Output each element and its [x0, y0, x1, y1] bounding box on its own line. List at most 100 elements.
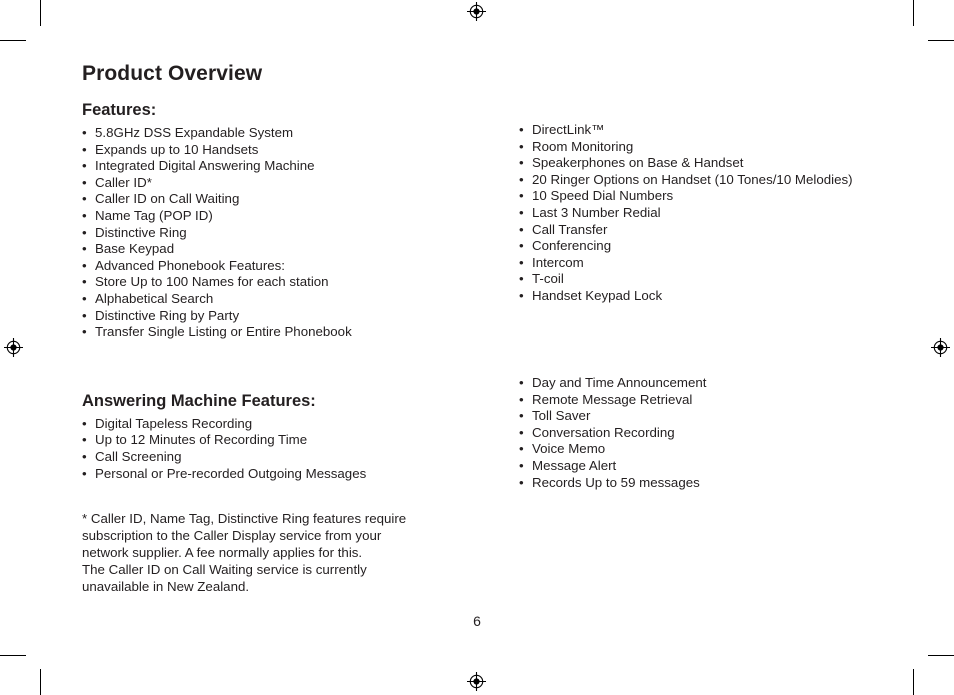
list-item-label: Last 3 Number Redial: [532, 204, 661, 220]
list-item: • Last 3 Number Redial: [519, 205, 884, 222]
list-item: • Caller ID on Call Waiting: [82, 191, 472, 208]
bullet-icon: •: [519, 391, 524, 407]
bullet-icon: •: [519, 457, 524, 473]
list-item-label: Caller ID on Call Waiting: [95, 191, 240, 207]
page-number: 6: [473, 613, 481, 629]
list-item-label: Expands up to 10 Handsets: [95, 141, 259, 157]
right-column-features: • DirectLink™ • Room Monitoring • Speakerphon…: [519, 122, 884, 305]
list-item-label: Speakerphones on Base & Handset: [532, 155, 744, 171]
bullet-icon: •: [82, 432, 87, 448]
list-item-label: Up to 12 Minutes of Recording Time: [95, 432, 308, 448]
list-item-label: Integrated Digital Answering Machine: [95, 158, 315, 174]
list-item-label: Alphabetical Search: [95, 291, 214, 306]
footnote-line-1: * Caller ID, Name Tag, Distinctive Ring …: [82, 511, 407, 526]
footnote-line-3: network supplier. A fee normally applies…: [82, 545, 363, 560]
list-item-label: Distinctive Ring: [95, 224, 187, 240]
list-item-label: Day and Time Announcement: [532, 375, 707, 390]
bullet-icon: •: [82, 415, 87, 431]
bullet-icon: •: [519, 375, 524, 390]
list-item-label: Digital Tapeless Recording: [95, 415, 253, 431]
list-item-label: Room Monitoring: [532, 138, 634, 154]
bullet-icon: •: [82, 158, 87, 174]
bullet-icon: •: [519, 221, 524, 237]
list-item-label: DirectLink™: [532, 122, 605, 137]
list-item-label: Intercom: [532, 254, 584, 270]
list-item: • Records Up to 59 messages: [519, 475, 884, 492]
list-item-label: Call Transfer: [532, 221, 608, 237]
list-item: • Digital Tapeless Recording: [82, 416, 472, 433]
bullet-icon: •: [519, 122, 524, 137]
list-item-label: Toll Saver: [532, 408, 591, 424]
bullet-icon: •: [82, 274, 87, 290]
bullet-icon: •: [519, 287, 524, 303]
list-item-label: Message Alert: [532, 457, 617, 473]
answering-machine-heading: Answering Machine Features:: [82, 391, 316, 410]
bullet-icon: •: [82, 224, 87, 240]
bullet-icon: •: [519, 474, 524, 490]
bullet-icon: •: [82, 241, 87, 257]
bullet-icon: •: [519, 138, 524, 154]
bullet-icon: •: [82, 324, 87, 340]
list-item: • Call Transfer: [519, 222, 884, 239]
list-item: • Base Keypad: [82, 241, 472, 258]
bullet-icon: •: [519, 188, 524, 204]
answering-machine-list-right: • Day and Time Announcement • Remote Messag…: [519, 375, 884, 491]
page-title: Product Overview: [82, 62, 263, 85]
features-list-left: • 5.8GHz DSS Expandable System • Expands up…: [82, 125, 472, 341]
bullet-icon: •: [82, 307, 87, 323]
bullet-icon: •: [82, 208, 87, 224]
list-item: • Day and Time Announcement: [519, 375, 884, 392]
list-item-label: Voice Memo: [532, 441, 606, 457]
list-item-label: 10 Speed Dial Numbers: [532, 188, 674, 204]
list-item: • Advanced Phonebook Features:: [82, 258, 472, 275]
footnote-line-4: The Caller ID on Call Waiting service is…: [82, 562, 367, 577]
list-item-label: Personal or Pre-recorded Outgoing Messag…: [95, 465, 367, 481]
page-content: Product Overview Features: • 5.8GHz DSS E…: [0, 0, 954, 695]
list-item: • Name Tag (POP ID): [82, 208, 472, 225]
list-item: • Alphabetical Search: [82, 291, 472, 308]
list-item: • 20 Ringer Options on Handset (10 Tones/…: [519, 172, 884, 189]
list-item-label: 20 Ringer Options on Handset (10 Tones/1…: [532, 171, 853, 187]
document-page: Product Overview Features: • 5.8GHz DSS E…: [0, 0, 954, 695]
list-item-label: Advanced Phonebook Features:: [95, 257, 285, 273]
list-item-label: Name Tag (POP ID): [95, 208, 213, 224]
list-item-label: Call Screening: [95, 448, 182, 464]
list-item: • Voice Memo: [519, 441, 884, 458]
bullet-icon: •: [519, 254, 524, 270]
bullet-icon: •: [82, 141, 87, 157]
list-item: • Handset Keypad Lock: [519, 288, 884, 305]
bullet-icon: •: [519, 441, 524, 457]
bullet-icon: •: [519, 155, 524, 171]
list-item: • Call Screening: [82, 449, 472, 466]
list-item-label: Conversation Recording: [532, 424, 675, 440]
footnote: * Caller ID, Name Tag, Distinctive Ring …: [82, 510, 477, 595]
bullet-icon: •: [82, 291, 87, 306]
list-item: • DirectLink™: [519, 122, 884, 139]
list-item: • Up to 12 Minutes of Recording Time: [82, 432, 472, 449]
list-item: • Distinctive Ring by Party: [82, 308, 472, 325]
list-item: • Conferencing: [519, 238, 884, 255]
list-item: • Caller ID*: [82, 175, 472, 192]
bullet-icon: •: [519, 204, 524, 220]
list-item: • Expands up to 10 Handsets: [82, 142, 472, 159]
footnote-line-5: unavailable in New Zealand.: [82, 579, 250, 594]
bullet-icon: •: [82, 191, 87, 207]
list-item: • Room Monitoring: [519, 139, 884, 156]
bullet-icon: •: [82, 257, 87, 273]
list-item: • T-coil: [519, 271, 884, 288]
bullet-icon: •: [519, 171, 524, 187]
list-item: • Distinctive Ring: [82, 225, 472, 242]
list-item: • Intercom: [519, 255, 884, 272]
list-item-label: Conferencing: [532, 238, 612, 254]
bullet-icon: •: [82, 465, 87, 481]
list-item-label: Distinctive Ring by Party: [95, 307, 240, 323]
list-item-label: Store Up to 100 Names for each station: [95, 274, 329, 290]
list-item-label: Caller ID*: [95, 174, 152, 190]
list-item: • Personal or Pre-recorded Outgoing Messa…: [82, 466, 472, 483]
bullet-icon: •: [519, 408, 524, 424]
bullet-icon: •: [519, 238, 524, 254]
bullet-icon: •: [519, 424, 524, 440]
list-item-label: 5.8GHz DSS Expandable System: [95, 125, 294, 141]
bullet-icon: •: [82, 174, 87, 190]
list-item: • Integrated Digital Answering Machine: [82, 158, 472, 175]
